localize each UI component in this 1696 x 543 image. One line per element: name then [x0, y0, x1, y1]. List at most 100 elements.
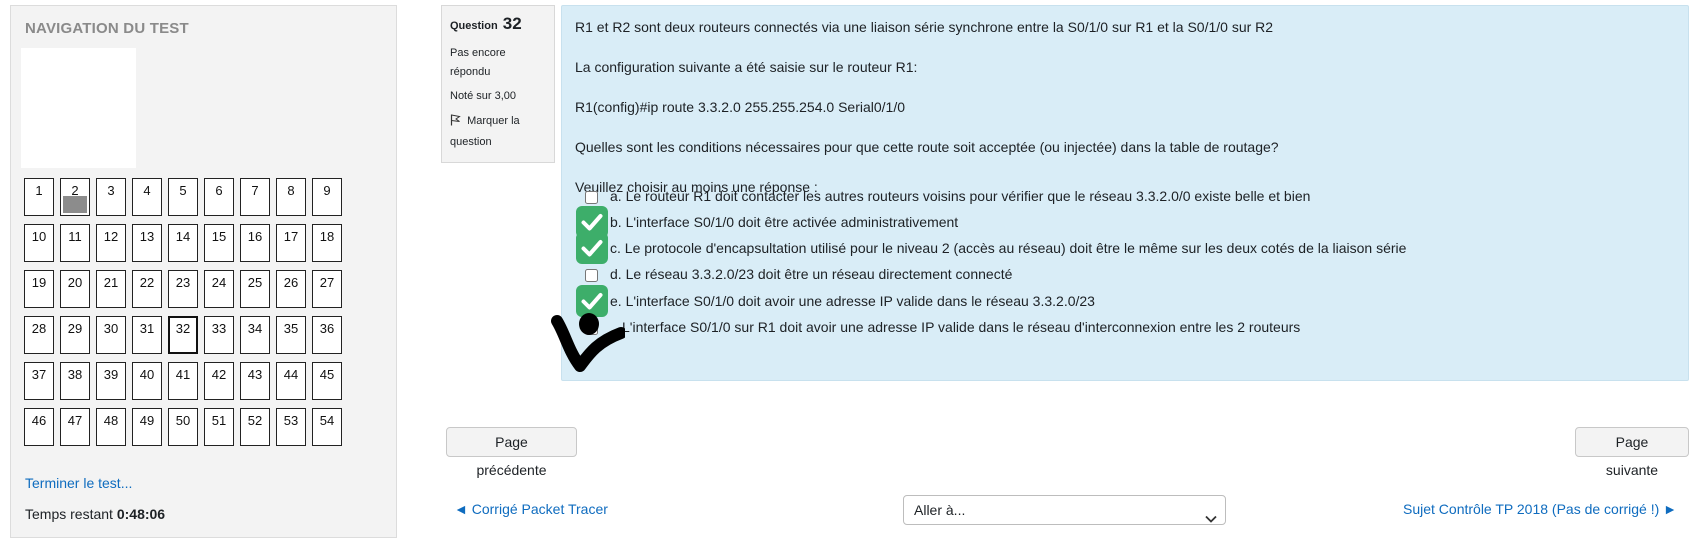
question-nav-number: 20: [67, 275, 83, 290]
question-nav-button[interactable]: 32: [168, 316, 198, 354]
question-nav-button[interactable]: 41: [168, 362, 198, 400]
question-nav-number: 19: [31, 275, 47, 290]
answer-checkbox[interactable]: [585, 269, 598, 282]
question-nav-button[interactable]: 2: [60, 178, 90, 216]
question-nav-number: 53: [283, 413, 299, 428]
question-nav-button[interactable]: 8: [276, 178, 306, 216]
question-nav-button[interactable]: 53: [276, 408, 306, 446]
question-nav-button[interactable]: 5: [168, 178, 198, 216]
user-picture: [21, 48, 136, 168]
answer-choice-label[interactable]: b. L'interface S0/1/0 doit être activée …: [610, 214, 958, 230]
question-nav-button[interactable]: 3: [96, 178, 126, 216]
question-nav-button[interactable]: 10: [24, 224, 54, 262]
question-nav-number: 46: [31, 413, 47, 428]
question-nav-button[interactable]: 23: [168, 270, 198, 308]
previous-activity-link[interactable]: ◄ Corrigé Packet Tracer: [454, 501, 608, 517]
answer-choice-label[interactable]: a. Le routeur R1 doit contacter les autr…: [610, 188, 1310, 204]
answer-choice-label[interactable]: e. L'interface S0/1/0 doit avoir une adr…: [610, 293, 1095, 309]
answer-choice-label[interactable]: L'interface S0/1/0 sur R1 doit avoir une…: [622, 319, 1300, 335]
question-nav-button[interactable]: 38: [60, 362, 90, 400]
question-nav-number: 17: [283, 229, 299, 244]
question-nav-button[interactable]: 11: [60, 224, 90, 262]
finish-attempt-link[interactable]: Terminer le test...: [25, 475, 132, 491]
question-nav-button[interactable]: 9: [312, 178, 342, 216]
question-nav-button[interactable]: 1: [24, 178, 54, 216]
checkbox-checked-icon[interactable]: [576, 232, 608, 264]
question-nav-button[interactable]: 37: [24, 362, 54, 400]
question-nav-button[interactable]: 18: [312, 224, 342, 262]
question-nav-button[interactable]: 13: [132, 224, 162, 262]
question-nav-button[interactable]: 40: [132, 362, 162, 400]
question-nav-button[interactable]: 45: [312, 362, 342, 400]
question-nav-button[interactable]: 34: [240, 316, 270, 354]
previous-page-button[interactable]: Page précédente: [446, 427, 577, 478]
question-nav-button[interactable]: 20: [60, 270, 90, 308]
question-nav-button[interactable]: 29: [60, 316, 90, 354]
question-nav-number: 23: [175, 275, 191, 290]
answer-choice-label[interactable]: c. Le protocole d'encapsultation utilisé…: [610, 240, 1406, 256]
question-nav-button[interactable]: 17: [276, 224, 306, 262]
question-nav-number: 24: [211, 275, 227, 290]
quiz-navigation-panel: NAVIGATION DU TEST 1 2 3 4 5 6 7 8 9 10 11 12 13 14 15…: [10, 5, 397, 538]
question-number-label: Question: [450, 20, 498, 32]
question-nav-button[interactable]: 36: [312, 316, 342, 354]
question-text-line: La configuration suivante a été saisie s…: [575, 59, 918, 75]
question-nav-number: 27: [319, 275, 335, 290]
question-nav-button[interactable]: 49: [132, 408, 162, 446]
question-nav-button[interactable]: 25: [240, 270, 270, 308]
question-nav-button[interactable]: 15: [204, 224, 234, 262]
question-nav-button[interactable]: 6: [204, 178, 234, 216]
question-nav-button[interactable]: 43: [240, 362, 270, 400]
question-nav-number: 34: [247, 321, 263, 336]
question-nav-button[interactable]: 39: [96, 362, 126, 400]
flag-question-toggle[interactable]: Marquer la question: [450, 112, 546, 152]
question-nav-button[interactable]: 48: [96, 408, 126, 446]
question-nav-button[interactable]: 30: [96, 316, 126, 354]
question-nav-button[interactable]: 21: [96, 270, 126, 308]
question-nav-button[interactable]: 27: [312, 270, 342, 308]
question-nav-number: 49: [139, 413, 155, 428]
question-nav-number: 18: [319, 229, 335, 244]
question-nav-number: 42: [211, 367, 227, 382]
question-nav-number: 12: [103, 229, 119, 244]
question-nav-button[interactable]: 51: [204, 408, 234, 446]
next-page-button[interactable]: Page suivante: [1575, 427, 1689, 478]
question-number: Question 32: [450, 14, 546, 34]
question-nav-button[interactable]: 19: [24, 270, 54, 308]
next-activity-link[interactable]: Sujet Contrôle TP 2018 (Pas de corrigé !…: [1403, 501, 1677, 517]
jump-to-activity-value: Aller à...: [914, 502, 966, 518]
question-nav-number: 1: [35, 183, 43, 198]
question-nav-number: 51: [211, 413, 227, 428]
question-nav-number: 6: [215, 183, 223, 198]
question-nav-button[interactable]: 50: [168, 408, 198, 446]
question-nav-number: 8: [287, 183, 295, 198]
question-nav-button[interactable]: 12: [96, 224, 126, 262]
question-nav-button[interactable]: 14: [168, 224, 198, 262]
question-nav-button[interactable]: 24: [204, 270, 234, 308]
answer-checkbox[interactable]: [585, 191, 598, 204]
question-nav-number: 9: [323, 183, 331, 198]
question-nav-button[interactable]: 42: [204, 362, 234, 400]
question-nav-button[interactable]: 31: [132, 316, 162, 354]
question-nav-number: 11: [68, 229, 82, 244]
question-nav-button[interactable]: 47: [60, 408, 90, 446]
question-nav-button[interactable]: 16: [240, 224, 270, 262]
question-nav-button[interactable]: 52: [240, 408, 270, 446]
question-nav-button[interactable]: 35: [276, 316, 306, 354]
question-nav-button[interactable]: 4: [132, 178, 162, 216]
flag-icon: [450, 114, 464, 133]
question-nav-button[interactable]: 33: [204, 316, 234, 354]
question-nav-button[interactable]: 26: [276, 270, 306, 308]
question-nav-button[interactable]: 22: [132, 270, 162, 308]
question-nav-button[interactable]: 46: [24, 408, 54, 446]
question-nav-number: 13: [139, 229, 155, 244]
question-state: Pas encore répondu: [450, 47, 506, 78]
question-nav-number: 41: [175, 367, 191, 382]
question-nav-number: 16: [247, 229, 263, 244]
answer-choice-label[interactable]: d. Le réseau 3.3.2.0/23 doit être un rés…: [610, 266, 1012, 282]
question-nav-button[interactable]: 44: [276, 362, 306, 400]
jump-to-activity-select[interactable]: Aller à...: [903, 495, 1226, 525]
question-nav-button[interactable]: 7: [240, 178, 270, 216]
question-nav-button[interactable]: 28: [24, 316, 54, 354]
question-nav-button[interactable]: 54: [312, 408, 342, 446]
